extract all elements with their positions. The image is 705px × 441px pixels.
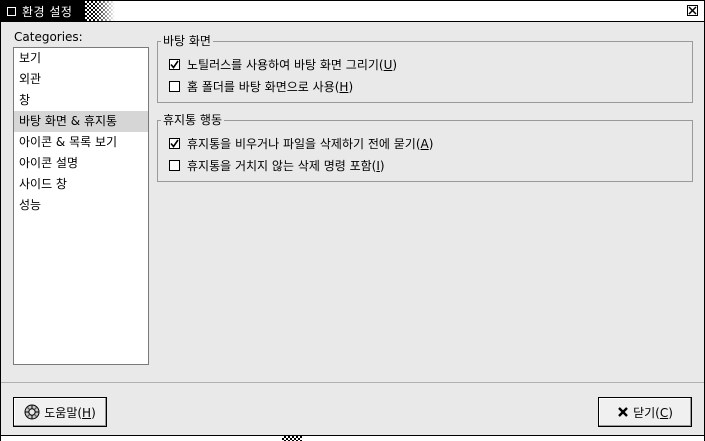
option-include-delete[interactable]: 휴지통을 거치지 않는 삭제 명령 포함(I) — [169, 157, 385, 173]
title-dither-decoration — [85, 1, 115, 21]
window-menu-icon[interactable] — [7, 6, 16, 16]
checkmark-icon — [170, 139, 179, 148]
close-button[interactable]: 닫기(C) — [598, 397, 692, 427]
title-bar[interactable]: 환경 설정 — [1, 1, 704, 22]
preferences-window: 환경 설정 Categories: 보기 외관 창 바탕 화면 & 휴지통 아이… — [0, 0, 705, 441]
close-button-label: 닫기(C) — [633, 405, 673, 420]
confirm-trash-checkbox[interactable] — [169, 137, 180, 149]
checkmark-icon — [170, 60, 179, 69]
help-button[interactable]: 도움말(H) — [13, 397, 107, 427]
category-item-side-pane[interactable]: 사이드 창 — [14, 174, 148, 195]
option-confirm-trash[interactable]: 휴지통을 비우거나 파일을 삭제하기 전에 묻기(A) — [169, 135, 433, 151]
categories-list[interactable]: 보기 외관 창 바탕 화면 & 휴지통 아이콘 & 목록 보기 아이콘 설명 사… — [13, 47, 149, 365]
category-item-icon-list-view[interactable]: 아이콘 & 목록 보기 — [14, 132, 148, 153]
x-icon — [617, 406, 629, 418]
home-as-desktop-checkbox[interactable] — [169, 80, 180, 92]
help-button-label: 도움말(H) — [44, 405, 96, 420]
home-as-desktop-label: 홈 폴더를 바탕 화면으로 사용(H) — [187, 79, 354, 94]
confirm-trash-label: 휴지통을 비우거나 파일을 삭제하기 전에 묻기(A) — [187, 136, 434, 151]
option-home-as-desktop[interactable]: 홈 폴더를 바탕 화면으로 사용(H) — [169, 78, 353, 94]
desktop-group-title: 바탕 화면 — [161, 34, 213, 48]
trash-group: 휴지통 행동 휴지통을 비우거나 파일을 삭제하기 전에 묻기(A) 휴지통을 … — [157, 113, 693, 182]
category-item-performance[interactable]: 성능 — [14, 195, 148, 216]
title-tab[interactable]: 환경 설정 — [1, 1, 85, 21]
draw-desktop-label: 노틸러스를 사용하여 바탕 화면 그리기(U) — [187, 57, 398, 72]
window-title: 환경 설정 — [22, 4, 73, 19]
option-draw-desktop[interactable]: 노틸러스를 사용하여 바탕 화면 그리기(U) — [169, 56, 397, 72]
include-delete-checkbox[interactable] — [169, 159, 180, 171]
category-item-desktop-trash[interactable]: 바탕 화면 & 휴지통 — [14, 111, 148, 132]
category-item-window[interactable]: 창 — [14, 90, 148, 111]
close-icon — [688, 6, 697, 15]
window-close-button[interactable] — [687, 5, 698, 16]
bottom-dither-decoration — [282, 436, 302, 441]
button-area-separator — [1, 382, 704, 383]
bottom-border — [1, 435, 704, 441]
category-item-icon-captions[interactable]: 아이콘 설명 — [14, 153, 148, 174]
trash-group-title: 휴지통 행동 — [161, 113, 225, 127]
category-item-view[interactable]: 보기 — [14, 48, 148, 69]
category-item-appearance[interactable]: 외관 — [14, 69, 148, 90]
draw-desktop-checkbox[interactable] — [169, 58, 180, 70]
categories-label: Categories: — [14, 30, 83, 44]
desktop-group: 바탕 화면 노틸러스를 사용하여 바탕 화면 그리기(U) 홈 폴더를 바탕 화… — [157, 34, 693, 103]
lifebuoy-icon — [24, 404, 40, 420]
include-delete-label: 휴지통을 거치지 않는 삭제 명령 포함(I) — [187, 158, 385, 173]
